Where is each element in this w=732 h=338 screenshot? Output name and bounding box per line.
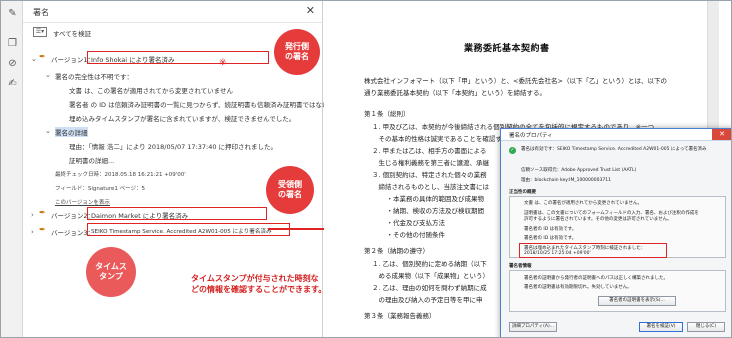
- timestamp-note: タイムスタンプが付与された時刻な どの情報を確認することができます。: [191, 273, 341, 295]
- doc-line: その基本的性格は誠実であることを確認する。: [372, 135, 515, 143]
- chevron-right-icon[interactable]: ›: [31, 228, 34, 236]
- doc-line: ２. 乙は、理由の如何を問わず納期に成: [372, 284, 487, 292]
- sig1-last-check: 最終チェック日時：2018.05.18 16:21:21 +09'00': [55, 172, 186, 178]
- signature-pen-icon: ✒: [39, 52, 46, 61]
- sig1-show-version-link[interactable]: このバージョンを表示: [55, 198, 110, 206]
- valid-identity-2: 署名者の ID は有効です。: [524, 236, 577, 241]
- sig1-highlight-box: [87, 51, 269, 64]
- sender-signature-label: 発行側の署名: [285, 42, 309, 61]
- signature-properties-dialog: 署名のプロパティ ✕ ✓ 署名は有効です：SEIKO Timestamp Ser…: [500, 128, 731, 337]
- sig2-highlight-box: [87, 207, 267, 220]
- timestamp-pen-icon: ✒: [39, 225, 46, 234]
- panel-header: 署名 ✕: [23, 1, 323, 23]
- dialog-title: 署名のプロパティ: [509, 133, 553, 139]
- options-menu-icon[interactable]: ☰▾: [33, 27, 47, 37]
- doc-line: ２. 甲または乙は、相手方の書面による: [372, 147, 487, 155]
- pdf-reader-window: ✎ ❐ ⊘ ✍ 署名 ✕ ☰▾ すべてを検証 ⌄ ✒ バージョン1： Info …: [0, 0, 732, 338]
- chevron-down-icon[interactable]: ⌄: [45, 127, 51, 135]
- pages-icon[interactable]: ❐: [6, 37, 19, 50]
- signature-pen-icon: ✒: [39, 208, 46, 217]
- valid-check-icon: ✓: [509, 147, 516, 154]
- signature-icon[interactable]: ✍: [6, 77, 19, 90]
- tool-rail: ✎ ❐ ⊘ ✍: [1, 1, 23, 337]
- signature-panel-icon[interactable]: ✎: [6, 7, 19, 20]
- timestamp-bubble: タイムスタンプ: [86, 247, 136, 297]
- dialog-titlebar: 署名のプロパティ ✕: [501, 129, 731, 141]
- signer-info-line: 署名者の証明書は有効期限切れ。失効していません。: [524, 285, 632, 290]
- timestamp-label: タイムスタンプ: [95, 262, 127, 281]
- signer-info-line: 署名者の証明書から発行者の証明書へのパスは正しく構築されました。: [524, 276, 668, 281]
- note-line2: どの情報を確認することができます。: [191, 285, 327, 294]
- signer-info-header: 署名者情報: [509, 264, 532, 269]
- receiver-signature-label: 受領側の署名: [278, 180, 302, 199]
- summary-header: 正当性の概要: [509, 190, 536, 195]
- verify-all-button[interactable]: すべてを検証: [53, 28, 91, 38]
- chevron-down-icon[interactable]: ⌄: [31, 55, 37, 63]
- close-icon[interactable]: ✕: [712, 129, 731, 140]
- summary-line: 許可するように署名されています。その他の変更は許可されていません。: [524, 217, 672, 222]
- summary-line: 文書 は、この署名が適用されてから変更されていません。: [524, 201, 643, 206]
- signature-status: 署名は有効です：SEIKO Timestamp Service. Accredi…: [521, 147, 707, 152]
- chevron-down-icon[interactable]: ⌄: [45, 71, 51, 79]
- sig1-details-label[interactable]: 署名の詳細: [55, 127, 88, 137]
- warning-mark: ※: [219, 58, 227, 68]
- receiver-signature-bubble: 受領側の署名: [266, 166, 314, 214]
- doc-line: ・本業務の具体的範囲及び成果物: [380, 195, 485, 203]
- doc-line: ３. 個別契約は、特定された個々の業務: [372, 171, 487, 179]
- validate-signature-button[interactable]: 署名を検証(V): [639, 322, 683, 332]
- sig3-highlight-box: [87, 223, 290, 236]
- doc-line: 第３条（業務報告義務）: [364, 312, 436, 320]
- sig1-integrity: 署名の完全性は不明です：: [55, 73, 133, 81]
- sig1-cert-details[interactable]: 証明書の詳細...: [69, 155, 114, 165]
- doc-line: ・その他の付随条件: [380, 231, 446, 239]
- doc-line: 第２条（納期の遵守）: [364, 247, 429, 255]
- doc-line: 締結されるものとし、当該注文書には: [372, 183, 490, 191]
- chevron-right-icon[interactable]: ›: [31, 211, 34, 219]
- doc-line: 生じる権利義務を第三者に譲渡、承継: [372, 159, 490, 167]
- show-signer-certificate-button[interactable]: 署名者の証明書を表示(S)...: [598, 296, 676, 306]
- sig1-line2: 署名者 の ID は信頼済み証明書の一覧に見つからず、続証明書も信頼済み証明書で…: [69, 101, 329, 109]
- doc-line: ・納期、検収の方法及び検収期間: [380, 207, 485, 215]
- panel-title: 署名: [33, 8, 49, 17]
- signing-reason: 理由：blockchain key:IM_100000003711: [521, 178, 611, 183]
- document-title: 業務委託基本契約書: [464, 44, 550, 54]
- advanced-properties-button[interactable]: 詳細プロパティ(A)...: [509, 322, 557, 332]
- doc-line: 第１条（総則）: [364, 110, 410, 118]
- sig1-reason: 理由：「情報 浩二」により 2018/05/07 17:37:40 に押印されま…: [69, 143, 278, 151]
- trust-source: 信頼ソース取得元：Adobe Approved Trust List (AATL…: [521, 168, 637, 173]
- close-button[interactable]: 閉じる(C): [687, 322, 725, 332]
- sig1-field: フィールド：Signature1 ページ：5: [55, 186, 146, 192]
- doc-line: める成果物（以下「成果物」という）: [372, 272, 490, 280]
- sender-signature-bubble: 発行側の署名: [274, 29, 320, 75]
- signer-info-box: 署名者の証明書から発行者の証明書へのパスは正しく構築されました。 署名者の証明書…: [509, 270, 726, 312]
- doc-line: の理由及び納入の予定日等を甲に申: [372, 296, 483, 304]
- attachment-icon[interactable]: ⊘: [6, 57, 19, 70]
- note-line1: タイムスタンプが付与された時刻な: [191, 274, 319, 283]
- sig1-line1: 文書 は、この署名が適用されてから変更されていません: [69, 87, 233, 95]
- valid-identity: 署名者の ID は有効です。: [524, 227, 577, 232]
- doc-line: 通り業務委託基本契約（以下「本契約」という）を締結する。: [364, 89, 546, 97]
- doc-line: 株式会社インフォマート（以下「甲」という）と、<委託先会社名>（以下「乙」という…: [364, 77, 667, 85]
- doc-line: １. 乙は、個別契約に定める納期（以下: [372, 260, 487, 268]
- timestamp-highlight-box: [519, 243, 667, 258]
- close-icon[interactable]: ✕: [306, 4, 315, 17]
- doc-line: ・代金及び支払方法: [380, 219, 446, 227]
- sig1-line3: 埋め込みタイムスタンプが署名に含まれていますが、検証できませんでした。: [69, 115, 296, 123]
